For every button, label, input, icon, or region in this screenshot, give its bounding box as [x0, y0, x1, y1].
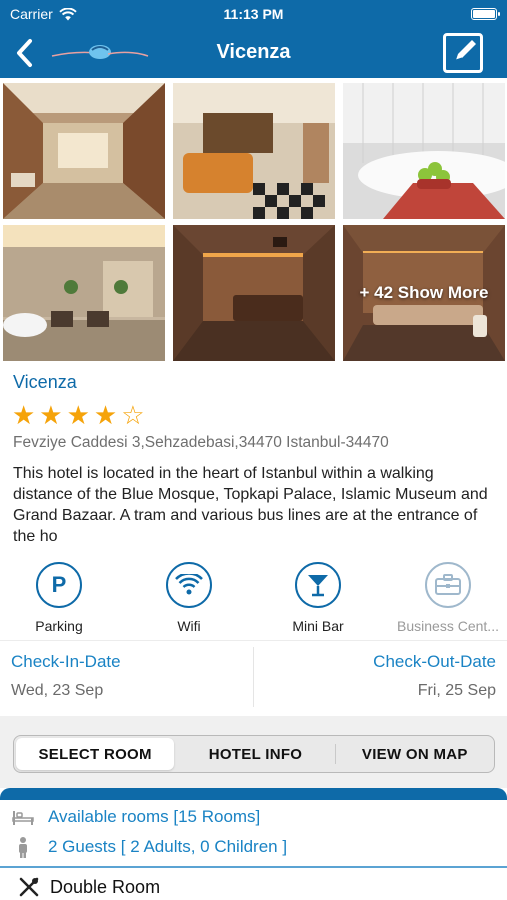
- dates-divider: [253, 647, 254, 707]
- room-type-row[interactable]: Double Room: [0, 872, 507, 900]
- check-in-value[interactable]: Wed, 23 Sep: [11, 682, 103, 700]
- edit-button[interactable]: [443, 33, 483, 73]
- available-rooms-row: Available rooms [15 Rooms]: [12, 807, 260, 827]
- amenity-parking: P Parking: [0, 562, 119, 634]
- guests-text: 2 Guests [ 2 Adults, 0 Children ]: [48, 837, 288, 856]
- photo-gallery: + 42 Show More: [3, 83, 505, 361]
- person-icon: [19, 837, 27, 858]
- briefcase-icon: [425, 562, 471, 608]
- amenity-label: Business Cent...: [397, 618, 499, 634]
- rooms-summary: Available rooms [15 Rooms] 2 Guests [ 2 …: [0, 800, 507, 868]
- amenity-label: Mini Bar: [292, 618, 344, 634]
- parking-icon: P: [36, 562, 82, 608]
- hotel-address: Fevziye Caddesi 3,Sehzadebasi,34470 Ista…: [13, 434, 389, 451]
- bed-icon: [12, 811, 34, 825]
- available-rooms-text: Available rooms [15 Rooms]: [48, 807, 261, 826]
- segmented-tabs: SELECT ROOM HOTEL INFO VIEW ON MAP: [13, 735, 495, 773]
- check-out-label[interactable]: Check-Out-Date: [373, 652, 496, 672]
- gallery-photo-5[interactable]: [173, 225, 335, 361]
- amenity-business-center: Business Cent...: [388, 562, 507, 634]
- amenity-mini-bar: Mini Bar: [258, 562, 378, 634]
- tab-hotel-info[interactable]: HOTEL INFO: [176, 736, 334, 772]
- nav-bar: Vicenza: [0, 28, 507, 78]
- amenity-label: Parking: [35, 618, 83, 634]
- wifi-icon: [166, 562, 212, 608]
- show-more-photos-label: + 42 Show More: [359, 283, 489, 302]
- rooms-header-band: [0, 788, 507, 800]
- gallery-photo-3[interactable]: [343, 83, 505, 219]
- gallery-photo-6-show-more[interactable]: + 42 Show More: [343, 225, 505, 361]
- hotel-name: Vicenza: [13, 372, 77, 392]
- fork-knife-icon: [19, 877, 39, 897]
- check-in-label[interactable]: Check-In-Date: [11, 652, 121, 672]
- gallery-photo-2[interactable]: [173, 83, 335, 219]
- status-bar: Carrier 11:13 PM: [0, 0, 507, 28]
- battery-icon: [471, 8, 500, 20]
- check-out-value[interactable]: Fri, 25 Sep: [418, 682, 496, 700]
- hotel-description: This hotel is located in the heart of Is…: [13, 465, 488, 545]
- status-time: 11:13 PM: [223, 6, 284, 22]
- stay-dates: Check-In-Date Wed, 23 Sep Check-Out-Date…: [0, 640, 507, 716]
- gallery-photo-1[interactable]: [3, 83, 165, 219]
- gallery-photo-4[interactable]: [3, 225, 165, 361]
- edit-icon: [455, 40, 476, 61]
- page-title: Vicenza: [216, 41, 291, 63]
- star-rating: ★★★★☆: [12, 400, 149, 430]
- tab-select-room[interactable]: SELECT ROOM: [16, 738, 175, 770]
- amenity-wifi: Wifi: [129, 562, 249, 634]
- room-type-label: Double Room: [50, 876, 161, 897]
- amenity-label: Wifi: [177, 618, 201, 634]
- guests-row: 2 Guests [ 2 Adults, 0 Children ]: [12, 836, 287, 858]
- tab-view-on-map[interactable]: VIEW ON MAP: [336, 736, 494, 772]
- cocktail-icon: [295, 562, 341, 608]
